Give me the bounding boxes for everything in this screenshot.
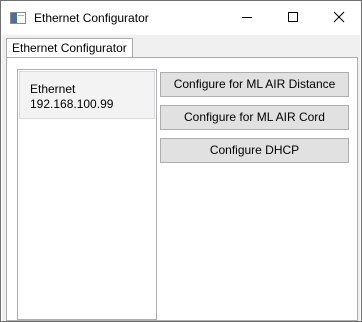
app-icon xyxy=(10,12,26,24)
configure-cord-button[interactable]: Configure for ML AIR Cord xyxy=(160,105,349,130)
adapter-listbox[interactable]: Ethernet 192.168.100.99 xyxy=(17,69,157,320)
minimize-button[interactable] xyxy=(224,1,270,35)
adapter-name: Ethernet xyxy=(30,82,76,96)
configure-distance-button[interactable]: Configure for ML AIR Distance xyxy=(160,72,349,97)
adapter-ip: 192.168.100.99 xyxy=(30,97,114,111)
tab-ethernet-configurator[interactable]: Ethernet Configurator xyxy=(6,38,133,58)
client-area: Ethernet Configurator Ethernet 192.168.1… xyxy=(2,35,360,321)
close-button[interactable] xyxy=(316,1,362,35)
configure-dhcp-button[interactable]: Configure DHCP xyxy=(160,138,349,163)
app-window: Ethernet Configurator Ethernet Configura… xyxy=(0,0,362,322)
maximize-icon xyxy=(287,11,299,26)
maximize-button[interactable] xyxy=(270,1,316,35)
list-item[interactable]: Ethernet 192.168.100.99 xyxy=(19,71,155,119)
minimize-icon xyxy=(241,11,253,26)
window-title: Ethernet Configurator xyxy=(34,11,149,25)
close-icon xyxy=(333,11,345,26)
title-bar[interactable]: Ethernet Configurator xyxy=(1,1,361,35)
tab-panel: Ethernet 192.168.100.99 Configure for ML… xyxy=(6,57,358,321)
